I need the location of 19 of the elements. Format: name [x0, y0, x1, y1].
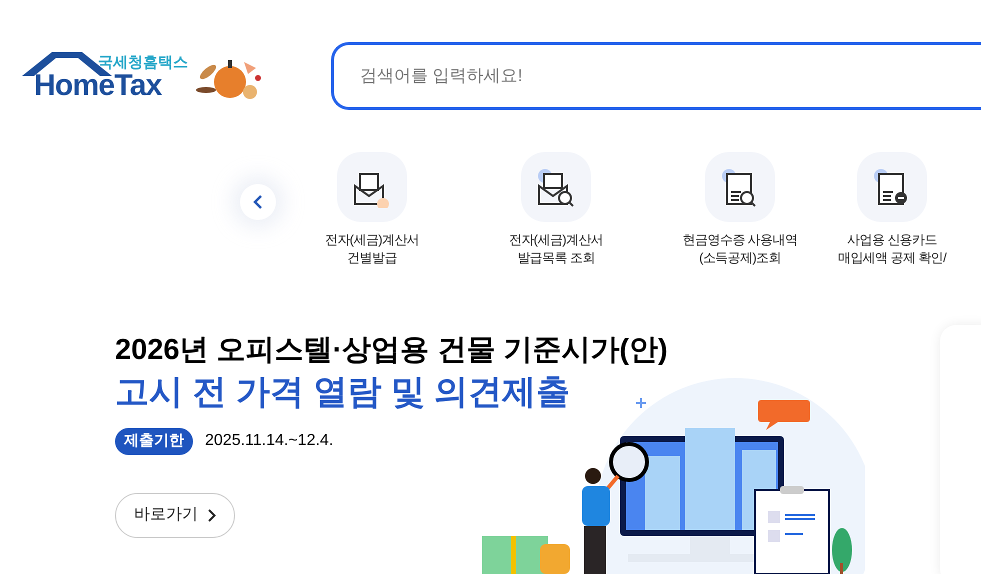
quick-menu-link[interactable]: 현금영수증 사용내역 (소득공제)조회	[682, 231, 798, 267]
chevron-left-icon	[253, 195, 263, 209]
go-button[interactable]: 바로가기	[115, 492, 235, 538]
menu-icon-tile[interactable]	[521, 152, 591, 222]
banner-title: 2026년 오피스텔·상업용 건물 기준시가(안)	[115, 333, 669, 368]
logo-subtitle: 국세청홈택스	[98, 53, 188, 73]
menu-icon-tile[interactable]	[337, 152, 407, 222]
menu-icon-tile[interactable]	[705, 152, 775, 222]
quick-menu-link[interactable]: 전자(세금)계산서 발급목록 조회	[508, 231, 604, 267]
search-field[interactable]: 검색어를 입력하세요!	[331, 42, 981, 110]
chevron-right-icon	[208, 508, 216, 522]
quick-menu-link[interactable]: 전자(세금)계산서 건별발급	[324, 231, 420, 267]
logo-wordmark: HomeTax	[34, 70, 162, 102]
quick-menu-link[interactable]: 사업용 신용카드 매입세액 공제 확인/	[838, 231, 946, 267]
banner-subtitle: 고시 전 가격 열람 및 의견제출	[115, 372, 572, 413]
deadline-date: 2025.11.14.~12.4.	[205, 431, 334, 452]
deadline-badge: 제출기한	[115, 428, 193, 454]
previous-button[interactable]	[240, 184, 276, 220]
menu-icon-tile[interactable]	[857, 152, 927, 222]
